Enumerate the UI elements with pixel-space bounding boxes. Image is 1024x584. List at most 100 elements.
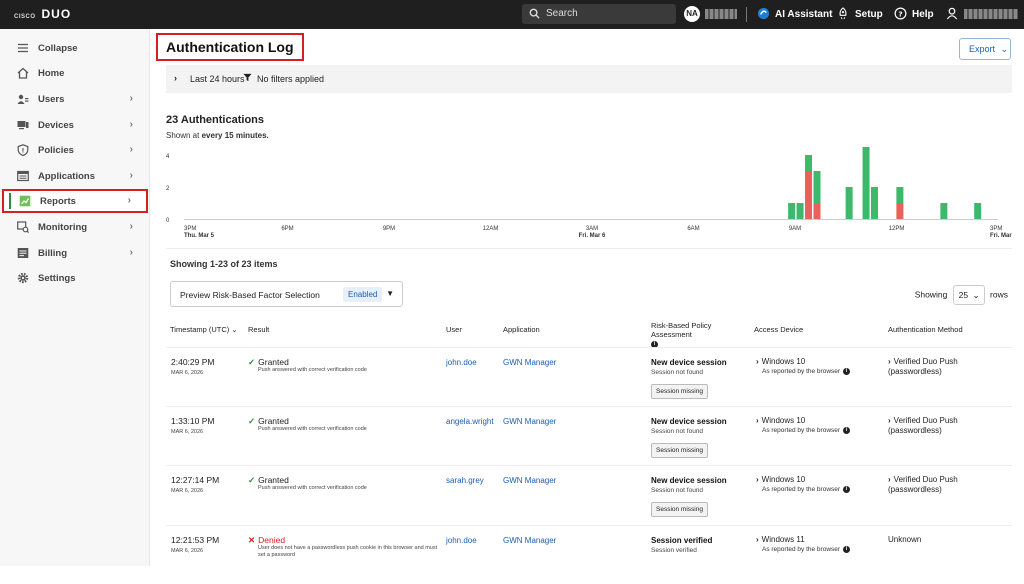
gear-icon: [17, 272, 29, 284]
auth-method[interactable]: › Verified Duo Push (passwordless): [888, 416, 984, 436]
sidebar-item-settings[interactable]: Settings: [0, 266, 150, 290]
application-link[interactable]: GWN Manager: [503, 476, 556, 485]
user-link[interactable]: john.doe: [446, 536, 477, 545]
y-tick-label: 4: [166, 154, 170, 160]
help-button[interactable]: Help: [912, 9, 934, 20]
sidebar-item-home[interactable]: Home: [0, 61, 150, 85]
risk-factor-preview-select[interactable]: Preview Risk-Based Factor Selection Enab…: [170, 281, 403, 307]
chart-interval-note: Shown at every 15 minutes.: [166, 131, 269, 140]
sidebar-item-collapse[interactable]: Collapse: [0, 36, 150, 60]
chevron-down-icon: ⌄: [231, 325, 238, 334]
user-link[interactable]: angela.wright: [446, 417, 494, 426]
table-row[interactable]: 2:40:29 PM MAR 6, 2026 ✓ Granted Push answer…: [166, 347, 1012, 406]
chevron-right-icon: ›: [129, 119, 133, 130]
ai-assistant-button[interactable]: AI Assistant: [775, 9, 832, 20]
column-header-timestamp[interactable]: Timestamp (UTC) ⌄: [170, 325, 238, 334]
sidebar-item-reports[interactable]: Reports ›: [2, 189, 148, 213]
search-input[interactable]: Search: [522, 4, 676, 24]
sidebar-item-devices[interactable]: Devices ›: [0, 113, 150, 137]
table-row[interactable]: 12:27:14 PM MAR 6, 2026 ✓ Granted Push answe…: [166, 465, 1012, 524]
access-device[interactable]: › Windows 10: [756, 357, 805, 366]
info-icon[interactable]: i: [843, 368, 851, 375]
chevron-right-icon: ›: [129, 170, 133, 181]
info-icon[interactable]: i: [843, 427, 851, 434]
application-link[interactable]: GWN Manager: [503, 358, 556, 367]
auth-method[interactable]: › Verified Duo Push (passwordless): [888, 475, 984, 495]
results-count: Showing 1-23 of 23 items: [170, 259, 278, 269]
page-title: Authentication Log: [156, 33, 304, 61]
access-device[interactable]: › Windows 10: [756, 475, 805, 484]
sidebar-item-label: Collapse: [38, 43, 78, 54]
search-placeholder: Search: [546, 8, 578, 19]
session-missing-button[interactable]: Session missing: [651, 384, 708, 399]
chevron-right-icon: ›: [756, 475, 759, 484]
timestamp: 2:40:29 PM: [171, 357, 215, 367]
application-link[interactable]: GWN Manager: [503, 536, 556, 545]
setup-button[interactable]: Setup: [855, 9, 883, 20]
user-icon[interactable]: [946, 7, 958, 23]
reports-icon: [19, 195, 31, 207]
authentication-chart: 23 Authentications Shown at every 15 min…: [166, 93, 1012, 249]
column-header-result: Result: [248, 325, 270, 334]
topbar-divider: [746, 7, 747, 22]
y-tick-label: 0: [166, 218, 170, 224]
chevron-right-icon: ›: [129, 144, 133, 155]
chevron-right-icon: ›: [888, 475, 891, 484]
check-icon: ✓: [248, 416, 256, 426]
session-missing-button[interactable]: Session missing: [651, 443, 708, 458]
sidebar-item-label: Settings: [38, 273, 76, 284]
timestamp: 12:27:14 PM: [171, 475, 220, 485]
date: MAR 6, 2026: [171, 548, 204, 554]
check-icon: ✓: [248, 357, 256, 367]
sidebar-item-policies[interactable]: ! Policies ›: [0, 138, 150, 162]
time-range-label: Last 24 hours: [190, 74, 245, 84]
sidebar-item-applications[interactable]: Applications ›: [0, 164, 150, 188]
table-row[interactable]: 12:21:53 PM MAR 6, 2026 ✕ Denied User does n…: [166, 525, 1012, 584]
x-tick-label: 6PM: [281, 226, 293, 232]
user-link[interactable]: sarah.grey: [446, 476, 484, 485]
date: MAR 6, 2026: [171, 370, 204, 376]
result-description: Push answered with correct verification …: [258, 367, 367, 373]
sidebar-item-label: Home: [38, 68, 65, 79]
export-button[interactable]: Export ⌄: [959, 38, 1011, 60]
sidebar-item-users[interactable]: Users ›: [0, 87, 150, 111]
result-description: User does not have a passwordless push c…: [258, 545, 438, 558]
risk-assessment-status: Session not found: [651, 369, 704, 376]
duo-logo[interactable]: CISCO DUO: [14, 7, 71, 21]
denied-bar: [805, 171, 813, 219]
device-name: Windows 10: [761, 475, 806, 484]
sidebar-item-label: Reports: [40, 196, 76, 207]
preview-label: Preview Risk-Based Factor Selection: [180, 290, 320, 300]
rows-per-page-control: Showing 25 ⌄ rows: [915, 285, 1008, 305]
granted-bar: [788, 203, 796, 219]
x-tick-label: 9AM: [789, 226, 801, 232]
chevron-right-icon: ›: [888, 416, 891, 425]
x-tick-sublabel: Fri. Mar 6: [579, 233, 606, 239]
sidebar-item-billing[interactable]: Billing ›: [0, 241, 150, 265]
access-device[interactable]: › Windows 10: [756, 416, 805, 425]
access-device[interactable]: › Windows 11: [756, 535, 805, 544]
redacted-user-name: [964, 9, 1018, 19]
user-link[interactable]: john.doe: [446, 358, 477, 367]
duo-logo-text: DUO: [41, 7, 72, 21]
column-header-risk: Risk-Based Policy Assessment i: [651, 321, 751, 348]
filter-bar[interactable]: › Last 24 hours No filters applied: [166, 65, 1012, 93]
application-link[interactable]: GWN Manager: [503, 417, 556, 426]
table-row[interactable]: 1:33:10 PM MAR 6, 2026 ✓ Granted Push answer…: [166, 406, 1012, 465]
info-icon[interactable]: i: [843, 546, 851, 553]
auth-method[interactable]: › Verified Duo Push (passwordless): [888, 357, 984, 377]
session-missing-button[interactable]: Session missing: [651, 502, 708, 517]
device-source-text: As reported by the browser: [762, 546, 841, 554]
risk-assessment-status: Session not found: [651, 428, 704, 435]
auth-bar-chart: 4203PMThu. Mar 56PM 9PM 12AM 3AMFri. Mar 66…: [166, 147, 1012, 239]
avatar[interactable]: NA: [684, 6, 700, 22]
chevron-right-icon[interactable]: ›: [174, 73, 177, 83]
column-header-label: Timestamp (UTC): [170, 325, 230, 334]
rows-per-page-select[interactable]: 25 ⌄: [952, 285, 985, 305]
result-description: Push answered with correct verification …: [258, 426, 367, 432]
rocket-icon: [837, 7, 849, 23]
info-icon[interactable]: i: [843, 486, 851, 493]
date: MAR 6, 2026: [171, 488, 204, 494]
redacted-account-name: [705, 9, 737, 19]
sidebar-item-monitoring[interactable]: Monitoring ›: [0, 215, 150, 239]
